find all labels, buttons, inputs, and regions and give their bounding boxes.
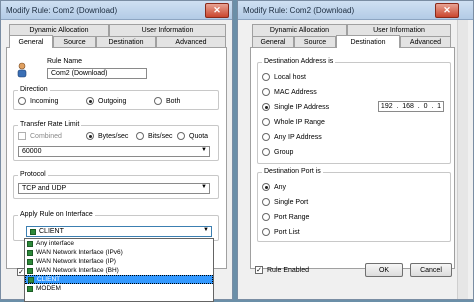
dest-port-label: Destination Port is [262, 168, 323, 175]
radio-circle [262, 88, 270, 96]
radio-circle [262, 213, 270, 221]
radio-incoming[interactable]: Incoming [18, 97, 58, 105]
radio-circle [136, 132, 144, 140]
chevron-down-icon: ▼ [203, 227, 209, 233]
list-item[interactable]: WAN Network Interface (BH) [25, 266, 213, 275]
list-item-selected[interactable]: CLIENT [25, 275, 213, 284]
direction-group: Direction Incoming Outgoing Both [13, 86, 219, 110]
radio-circle [262, 228, 270, 236]
interface-dropdown-list: Any interface WAN Network Interface (IPv… [24, 238, 214, 302]
radio-circle [262, 103, 270, 111]
title-bar: Modify Rule: Com2 (Download) ✕ [238, 1, 473, 20]
list-item[interactable]: MODEM [25, 284, 213, 293]
network-icon [27, 240, 33, 247]
radio-bytes-sec[interactable]: Bytes/sec [86, 132, 128, 140]
protocol-label: Protocol [18, 171, 48, 178]
rule-icon [15, 62, 29, 78]
destination-panel: Destination Address is Local host MAC Ad… [250, 47, 455, 269]
radio-circle [177, 132, 185, 140]
radio-mac-address[interactable]: MAC Address [262, 88, 317, 96]
chevron-down-icon: ▼ [201, 184, 207, 190]
radio-both[interactable]: Both [154, 97, 180, 105]
rule-enabled-checkbox[interactable]: ✓ Rule Enabled [255, 266, 309, 274]
ok-button[interactable]: OK [365, 263, 403, 277]
radio-bits-sec[interactable]: Bits/sec [136, 132, 173, 140]
list-item[interactable]: WAN Network Interface (IP) [25, 257, 213, 266]
radio-port-any[interactable]: Any [262, 183, 286, 191]
close-button[interactable]: ✕ [205, 2, 229, 18]
radio-port-range[interactable]: Port Range [262, 213, 309, 221]
radio-quota[interactable]: Quota [177, 132, 208, 140]
tab-destination[interactable]: Destination [336, 35, 400, 48]
tab-user-information[interactable]: User Information [109, 24, 226, 36]
transfer-rate-label: Transfer Rate Limit [18, 121, 82, 128]
dest-address-group: Destination Address is Local host MAC Ad… [257, 58, 451, 164]
protocol-group: Protocol TCP and UDP ▼ [13, 171, 219, 199]
radio-local-host[interactable]: Local host [262, 73, 306, 81]
rule-name-input[interactable]: Com2 (Download) [47, 68, 147, 79]
radio-circle [262, 133, 270, 141]
network-icon [28, 276, 34, 283]
radio-group[interactable]: Group [262, 148, 293, 156]
radio-circle [262, 118, 270, 126]
radio-outgoing[interactable]: Outgoing [86, 97, 126, 105]
radio-circle [154, 97, 162, 105]
radio-circle [18, 97, 26, 105]
combined-checkbox[interactable]: Combined [18, 132, 62, 140]
network-icon [27, 285, 33, 292]
ip-address-input[interactable]: 192. 168. 0. 1 [378, 101, 444, 112]
close-icon: ✕ [213, 4, 221, 15]
list-item[interactable]: WAN Network Interface (IPv6) [25, 248, 213, 257]
checkbox-box: ✓ [255, 266, 263, 274]
radio-circle [262, 73, 270, 81]
radio-circle [262, 183, 270, 191]
radio-port-list[interactable]: Port List [262, 228, 300, 236]
rate-value-select[interactable]: 60000 ▼ [18, 146, 210, 157]
direction-label: Direction [18, 86, 50, 93]
close-button[interactable]: ✕ [435, 2, 459, 18]
right-dialog: Modify Rule: Com2 (Download) ✕ Dynamic A… [237, 0, 474, 300]
network-icon [27, 258, 33, 265]
title-bar: Modify Rule: Com2 (Download) ✕ [1, 1, 232, 20]
checkbox-box [18, 132, 26, 140]
general-panel: Rule Name Com2 (Download) Direction Inco… [6, 47, 227, 269]
chevron-down-icon: ▼ [201, 147, 207, 153]
radio-circle [86, 97, 94, 105]
scrollbar[interactable] [457, 20, 468, 299]
protocol-select[interactable]: TCP and UDP ▼ [18, 183, 210, 194]
transfer-rate-group: Transfer Rate Limit Combined Bytes/sec B… [13, 121, 219, 161]
dest-address-label: Destination Address is [262, 58, 336, 65]
network-icon [27, 267, 33, 274]
dest-port-group: Destination Port is Any Single Port Port… [257, 168, 451, 242]
window-title: Modify Rule: Com2 (Download) [243, 5, 355, 15]
radio-circle [262, 198, 270, 206]
tab-general[interactable]: General [9, 35, 53, 48]
network-icon [30, 228, 36, 235]
rule-name-label: Rule Name [47, 58, 83, 65]
interface-select[interactable]: CLIENT ▼ [26, 226, 212, 237]
radio-any-ip-address[interactable]: Any IP Address [262, 133, 322, 141]
close-icon: ✕ [443, 4, 451, 15]
radio-circle [86, 132, 94, 140]
network-icon [27, 249, 33, 256]
radio-circle [262, 148, 270, 156]
interface-label: Apply Rule on Interface [18, 211, 95, 218]
list-item[interactable]: Any interface [25, 239, 213, 248]
window-title: Modify Rule: Com2 (Download) [6, 5, 118, 15]
tab-dynamic-allocation[interactable]: Dynamic Allocation [252, 24, 347, 36]
radio-single-ip[interactable]: Single IP Address [262, 103, 329, 111]
cancel-button[interactable]: Cancel [410, 263, 452, 277]
radio-single-port[interactable]: Single Port [262, 198, 308, 206]
radio-whole-ip-range[interactable]: Whole IP Range [262, 118, 325, 126]
